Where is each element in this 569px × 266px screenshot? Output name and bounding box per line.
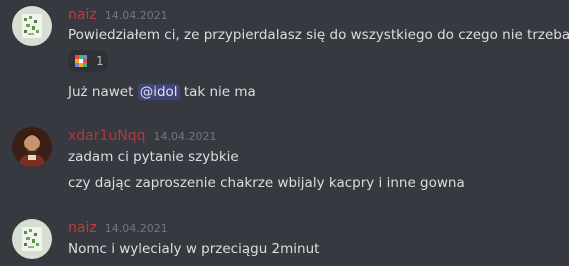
avatar[interactable]: [12, 6, 52, 46]
pixel-avatar-icon: [12, 219, 52, 259]
chat-messages: naiz 14.04.2021 Powiedziałem ci, ze przy…: [0, 0, 569, 266]
message-group: naiz 14.04.2021 Powiedziałem ci, ze przy…: [0, 0, 569, 120]
message-text: czy dając zaproszenie chakrze wbijaly ka…: [68, 175, 465, 191]
pixel-gif-emoji-icon: [73, 53, 89, 69]
message-text: Nomc i wylecialy w przeciągu 2minut: [68, 241, 320, 257]
username[interactable]: naiz: [68, 219, 97, 237]
timestamp: 14.04.2021: [104, 9, 168, 22]
message-group: naiz 14.04.2021 Nomc i wylecialy w przec…: [0, 204, 569, 266]
timestamp: 14.04.2021: [104, 222, 168, 235]
avatar[interactable]: [12, 219, 52, 259]
pixel-avatar-icon: [12, 6, 52, 46]
message-text: zadam ci pytanie szybkie: [68, 149, 239, 165]
username[interactable]: naiz: [68, 6, 97, 24]
message-group: xdar1uNqq 14.04.2021 zadam ci pytanie sz…: [0, 120, 569, 204]
message-text: Powiedziałem ci, ze przypierdalasz się d…: [68, 27, 569, 43]
user-mention[interactable]: @idol: [137, 84, 180, 100]
message-text: Już nawet @idol tak nie ma: [68, 82, 256, 102]
message-text-suffix: tak nie ma: [179, 84, 256, 100]
reaction-button[interactable]: 1: [68, 50, 108, 72]
portrait-avatar-icon: [12, 127, 52, 167]
timestamp: 14.04.2021: [153, 130, 217, 143]
message-text-prefix: Już nawet: [68, 84, 138, 100]
username[interactable]: xdar1uNqq: [68, 127, 146, 145]
avatar[interactable]: [12, 127, 52, 167]
reaction-count: 1: [96, 54, 104, 68]
